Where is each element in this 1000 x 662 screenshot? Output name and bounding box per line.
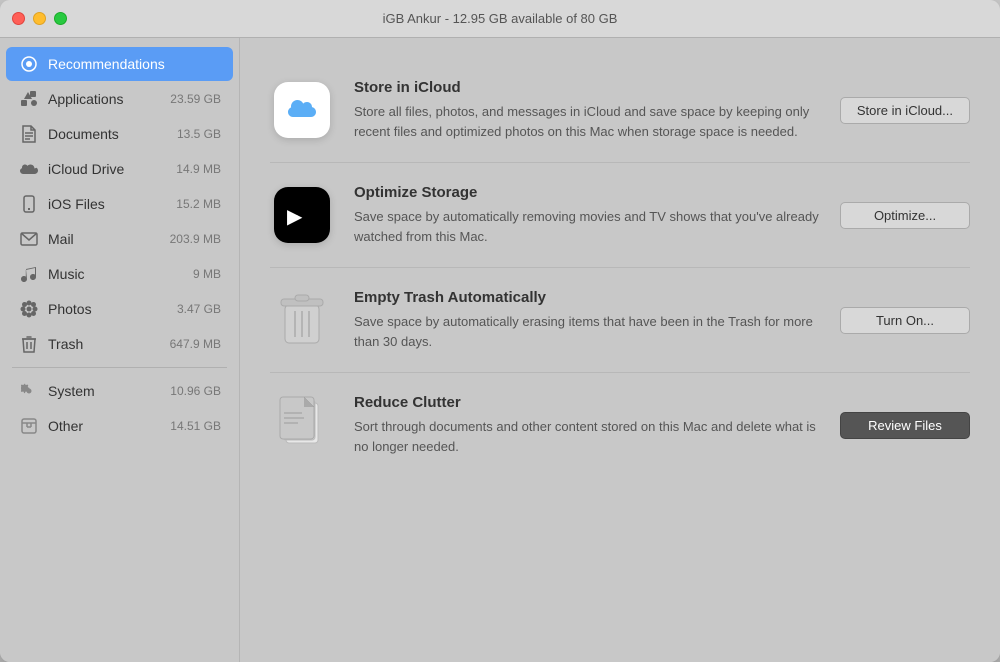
empty-trash-card-title: Empty Trash Automatically — [354, 289, 820, 306]
clutter-card-icon — [270, 393, 334, 457]
sidebar-item-icloud-drive[interactable]: iCloud Drive 14.9 MB — [6, 152, 233, 186]
empty-trash-card-description: Save space by automatically erasing item… — [354, 312, 820, 351]
sidebar-item-documents[interactable]: Documents 13.5 GB — [6, 117, 233, 151]
sidebar-photos-size: 3.47 GB — [177, 302, 221, 316]
optimize-card-action: Optimize... — [840, 202, 970, 229]
star-icon — [18, 53, 40, 75]
clutter-card-action: Review Files — [840, 412, 970, 439]
icloud-card-action: Store in iCloud... — [840, 97, 970, 124]
optimize-card-content: Optimize Storage Save space by automatic… — [354, 184, 820, 246]
sidebar-applications-size: 23.59 GB — [170, 92, 221, 106]
sidebar-applications-label: Applications — [48, 91, 170, 107]
close-button[interactable] — [12, 12, 25, 25]
sidebar-trash-label: Trash — [48, 336, 170, 352]
optimize-card-title: Optimize Storage — [354, 184, 820, 201]
sidebar-trash-size: 647.9 MB — [170, 337, 221, 351]
clutter-card-content: Reduce Clutter Sort through documents an… — [354, 394, 820, 456]
sidebar-system-size: 10.96 GB — [170, 384, 221, 398]
window-title: iGB Ankur - 12.95 GB available of 80 GB — [383, 11, 618, 26]
optimize-card-description: Save space by automatically removing mov… — [354, 207, 820, 246]
sidebar-recommendations-label: Recommendations — [48, 56, 221, 72]
sidebar-documents-size: 13.5 GB — [177, 127, 221, 141]
sidebar-icloud-label: iCloud Drive — [48, 161, 176, 177]
sidebar-item-trash[interactable]: Trash 647.9 MB — [6, 327, 233, 361]
empty-trash-card: Empty Trash Automatically Save space by … — [270, 268, 970, 373]
titlebar: iGB Ankur - 12.95 GB available of 80 GB — [0, 0, 1000, 38]
sidebar-item-recommendations[interactable]: Recommendations — [6, 47, 233, 81]
turn-on-action-button[interactable]: Turn On... — [840, 307, 970, 334]
icloud-card-content: Store in iCloud Store all files, photos,… — [354, 79, 820, 141]
clutter-card: Reduce Clutter Sort through documents an… — [270, 373, 970, 477]
sidebar-item-applications[interactable]: Applications 23.59 GB — [6, 82, 233, 116]
sidebar-mail-size: 203.9 MB — [170, 232, 221, 246]
cloud-icon — [18, 158, 40, 180]
sidebar-separator — [12, 367, 227, 368]
flower-icon — [18, 298, 40, 320]
sidebar-music-label: Music — [48, 266, 193, 282]
icloud-icon — [274, 82, 330, 138]
window: iGB Ankur - 12.95 GB available of 80 GB … — [0, 0, 1000, 662]
sidebar-icloud-size: 14.9 MB — [176, 162, 221, 176]
sidebar-item-mail[interactable]: Mail 203.9 MB — [6, 222, 233, 256]
optimize-action-button[interactable]: Optimize... — [840, 202, 970, 229]
sidebar-system-label: System — [48, 383, 170, 399]
phone-icon — [18, 193, 40, 215]
gear-icon — [18, 380, 40, 402]
sidebar-item-music[interactable]: Music 9 MB — [6, 257, 233, 291]
optimize-card-icon: ▶ tv — [270, 183, 334, 247]
icloud-card-description: Store all files, photos, and messages in… — [354, 102, 820, 141]
sidebar-ios-size: 15.2 MB — [176, 197, 221, 211]
sidebar-item-ios-files[interactable]: iOS Files 15.2 MB — [6, 187, 233, 221]
sidebar-other-size: 14.51 GB — [170, 419, 221, 433]
empty-trash-card-icon — [270, 288, 334, 352]
maximize-button[interactable] — [54, 12, 67, 25]
main-content: Recommendations Applications 23.59 GB — [0, 38, 1000, 662]
clutter-card-title: Reduce Clutter — [354, 394, 820, 411]
empty-trash-card-content: Empty Trash Automatically Save space by … — [354, 289, 820, 351]
apps-icon — [18, 88, 40, 110]
sidebar-item-photos[interactable]: Photos 3.47 GB — [6, 292, 233, 326]
sidebar-music-size: 9 MB — [193, 267, 221, 281]
sidebar-photos-label: Photos — [48, 301, 177, 317]
sidebar-item-system[interactable]: System 10.96 GB — [6, 374, 233, 408]
empty-trash-card-action: Turn On... — [840, 307, 970, 334]
clutter-card-description: Sort through documents and other content… — [354, 417, 820, 456]
minimize-button[interactable] — [33, 12, 46, 25]
sidebar-other-label: Other — [48, 418, 170, 434]
traffic-lights — [12, 12, 67, 25]
icloud-card-title: Store in iCloud — [354, 79, 820, 96]
sidebar: Recommendations Applications 23.59 GB — [0, 38, 240, 662]
mail-icon — [18, 228, 40, 250]
sidebar-documents-label: Documents — [48, 126, 177, 142]
icloud-action-button[interactable]: Store in iCloud... — [840, 97, 970, 124]
music-icon — [18, 263, 40, 285]
appletv-icon: ▶ tv — [274, 187, 330, 243]
clutter-icon — [274, 397, 330, 453]
review-files-action-button[interactable]: Review Files — [840, 412, 970, 439]
box-icon — [18, 415, 40, 437]
svg-text:tv: tv — [289, 212, 298, 224]
doc-icon — [18, 123, 40, 145]
icloud-card: Store in iCloud Store all files, photos,… — [270, 58, 970, 163]
sidebar-item-other[interactable]: Other 14.51 GB — [6, 409, 233, 443]
trash-sidebar-icon — [18, 333, 40, 355]
optimize-card: ▶ tv Optimize Storage Save space by auto… — [270, 163, 970, 268]
sidebar-ios-label: iOS Files — [48, 196, 176, 212]
trash-icon — [274, 292, 330, 348]
main-panel: Store in iCloud Store all files, photos,… — [240, 38, 1000, 662]
sidebar-mail-label: Mail — [48, 231, 170, 247]
icloud-card-icon — [270, 78, 334, 142]
